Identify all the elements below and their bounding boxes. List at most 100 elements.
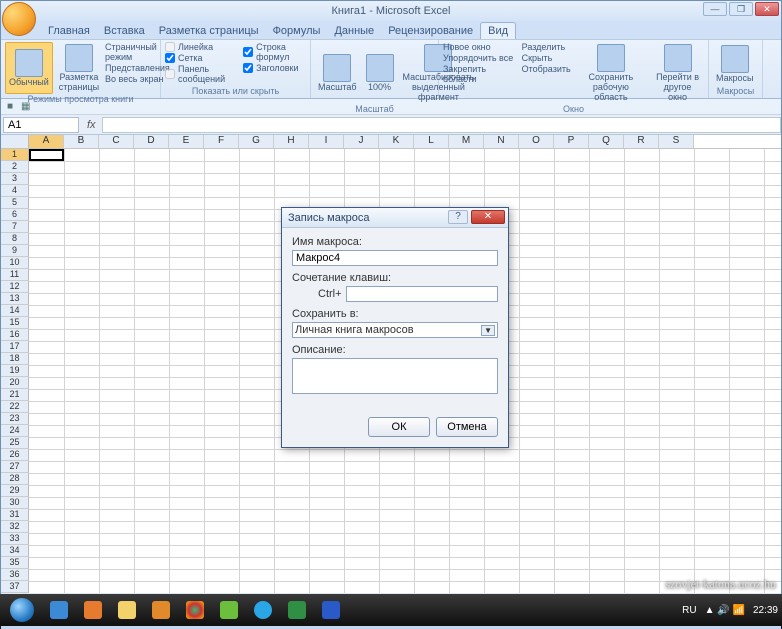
row-header[interactable]: 26 [1,449,29,461]
dialog-titlebar[interactable]: Запись макроса ? ✕ [282,208,508,228]
msgbar-check[interactable]: Панель сообщений [165,64,240,84]
ok-button[interactable]: ОК [368,417,430,437]
maximize-button[interactable]: ❐ [729,2,753,16]
formulabar-check[interactable]: Строка формул [243,42,306,62]
col-header[interactable]: S [659,135,694,148]
switch-window-button[interactable]: Перейти в другое окно [651,42,704,104]
row-header[interactable]: 15 [1,317,29,329]
row-header[interactable]: 13 [1,293,29,305]
col-header[interactable]: P [554,135,589,148]
select-all-corner[interactable] [1,135,29,148]
new-window-button[interactable]: Новое окно [443,42,519,52]
col-header[interactable]: R [624,135,659,148]
taskbar-explorer[interactable] [112,597,142,623]
row-header[interactable]: 22 [1,401,29,413]
col-header[interactable]: B [64,135,99,148]
zoom-100-button[interactable]: 100% [363,42,397,104]
grid-check[interactable]: Сетка [165,53,240,63]
col-header[interactable]: K [379,135,414,148]
row-header[interactable]: 21 [1,389,29,401]
description-input[interactable] [292,358,498,394]
row-header[interactable]: 28 [1,473,29,485]
col-header[interactable]: D [134,135,169,148]
row-header[interactable]: 37 [1,581,29,593]
col-header[interactable]: M [449,135,484,148]
row-header[interactable]: 34 [1,545,29,557]
taskbar-word[interactable] [316,597,346,623]
active-cell[interactable] [29,149,64,161]
row-header[interactable]: 35 [1,557,29,569]
row-header[interactable]: 1 [1,149,29,161]
tab-view[interactable]: Вид [480,22,516,39]
formula-input[interactable] [102,117,781,133]
page-layout-button[interactable]: Разметка страницы [56,42,102,94]
row-header[interactable]: 16 [1,329,29,341]
taskbar-firefox[interactable] [78,597,108,623]
col-header[interactable]: J [344,135,379,148]
row-header[interactable]: 23 [1,413,29,425]
row-header[interactable]: 32 [1,521,29,533]
office-button[interactable] [2,2,36,36]
col-header[interactable]: F [204,135,239,148]
row-header[interactable]: 5 [1,197,29,209]
row-header[interactable]: 2 [1,161,29,173]
row-header[interactable]: 6 [1,209,29,221]
taskbar-ie[interactable] [44,597,74,623]
ruler-check[interactable]: Линейка [165,42,240,52]
row-header[interactable]: 20 [1,377,29,389]
zoom-button[interactable]: Масштаб [315,42,360,104]
row-header[interactable]: 36 [1,569,29,581]
taskbar-wmp[interactable] [146,597,176,623]
freeze-button[interactable]: Закрепить области [443,64,519,84]
col-header[interactable]: E [169,135,204,148]
savein-select[interactable]: Личная книга макросов ▼ [292,322,498,338]
clock[interactable]: 22:39 [753,605,778,616]
row-header[interactable]: 19 [1,365,29,377]
cancel-button[interactable]: Отмена [436,417,498,437]
row-header[interactable]: 29 [1,485,29,497]
row-header[interactable]: 3 [1,173,29,185]
taskbar-chrome[interactable] [180,597,210,623]
col-header[interactable]: N [484,135,519,148]
lang-indicator[interactable]: RU [682,605,696,616]
row-header[interactable]: 24 [1,425,29,437]
tab-home[interactable]: Главная [41,23,97,39]
dialog-close-button[interactable]: ✕ [471,210,505,224]
col-header[interactable]: Q [589,135,624,148]
shortcut-input[interactable] [346,286,498,302]
taskbar-skype[interactable] [248,597,278,623]
unhide-button[interactable]: Отобразить [522,64,571,74]
row-header[interactable]: 9 [1,245,29,257]
col-header[interactable]: L [414,135,449,148]
fx-label[interactable]: fx [81,119,102,131]
tab-pagelayout[interactable]: Разметка страницы [152,23,266,39]
col-header[interactable]: I [309,135,344,148]
normal-view-button[interactable]: Обычный [5,42,53,94]
macros-button[interactable]: Макросы [713,42,757,86]
tab-review[interactable]: Рецензирование [381,23,480,39]
row-header[interactable]: 7 [1,221,29,233]
minimize-button[interactable]: — [703,2,727,16]
name-box[interactable] [3,117,79,133]
start-button[interactable] [4,596,40,624]
row-header[interactable]: 8 [1,233,29,245]
row-header[interactable]: 14 [1,305,29,317]
row-header[interactable]: 27 [1,461,29,473]
row-header[interactable]: 18 [1,353,29,365]
arrange-button[interactable]: Упорядочить все [443,53,519,63]
row-header[interactable]: 12 [1,281,29,293]
row-header[interactable]: 25 [1,437,29,449]
row-header[interactable]: 33 [1,533,29,545]
taskbar-app[interactable] [214,597,244,623]
taskbar-excel[interactable] [282,597,312,623]
row-header[interactable]: 10 [1,257,29,269]
tab-formulas[interactable]: Формулы [266,23,328,39]
col-header[interactable]: A [29,135,64,148]
col-header[interactable]: G [239,135,274,148]
save-workspace-button[interactable]: Сохранить рабочую область [574,42,648,104]
col-header[interactable]: C [99,135,134,148]
row-header[interactable]: 31 [1,509,29,521]
col-header[interactable]: H [274,135,309,148]
row-header[interactable]: 17 [1,341,29,353]
close-button[interactable]: ✕ [755,2,779,16]
